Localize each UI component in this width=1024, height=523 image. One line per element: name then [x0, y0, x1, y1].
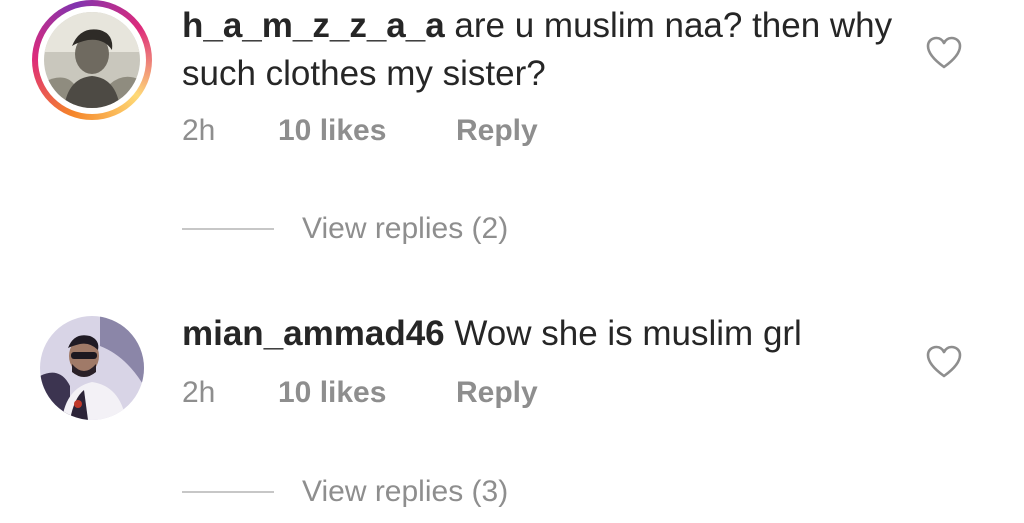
view-replies-label: View replies (2) — [302, 212, 509, 245]
avatar — [44, 12, 140, 108]
view-replies-button[interactable]: View replies (2) — [182, 212, 508, 246]
likes-count[interactable]: 10 likes — [278, 114, 456, 148]
comment-meta: 2h 10 likes Reply — [182, 376, 538, 410]
avatar[interactable] — [40, 316, 144, 420]
avatar-story-ring[interactable] — [32, 0, 152, 120]
comment-item: h_a_m_z_z_a_a are u muslim naa? then why… — [0, 0, 1024, 270]
comment-username[interactable]: h_a_m_z_z_a_a — [182, 6, 445, 45]
comment-body: mian_ammad46 Wow she is muslim grl — [182, 310, 902, 358]
comment-username[interactable]: mian_ammad46 — [182, 314, 445, 353]
comment-timestamp: 2h — [182, 114, 216, 147]
comment-item: mian_ammad46 Wow she is muslim grl 2h 10… — [0, 270, 1024, 523]
view-replies-divider — [182, 228, 274, 230]
view-replies-label: View replies (3) — [302, 475, 509, 508]
avatar-photo — [44, 12, 140, 108]
reply-button[interactable]: Reply — [456, 114, 538, 148]
heart-outline-icon[interactable] — [926, 345, 962, 379]
comment-timestamp: 2h — [182, 376, 216, 409]
reply-button[interactable]: Reply — [456, 376, 538, 410]
comment-body: h_a_m_z_z_a_a are u muslim naa? then why… — [182, 2, 902, 98]
comment-text: Wow she is muslim grl — [444, 314, 802, 353]
view-replies-button[interactable]: View replies (3) — [182, 475, 508, 509]
heart-outline-icon[interactable] — [926, 36, 962, 70]
likes-count[interactable]: 10 likes — [278, 376, 456, 410]
comment-meta: 2h 10 likes Reply — [182, 114, 538, 148]
avatar-photo — [40, 316, 144, 420]
view-replies-divider — [182, 491, 274, 493]
